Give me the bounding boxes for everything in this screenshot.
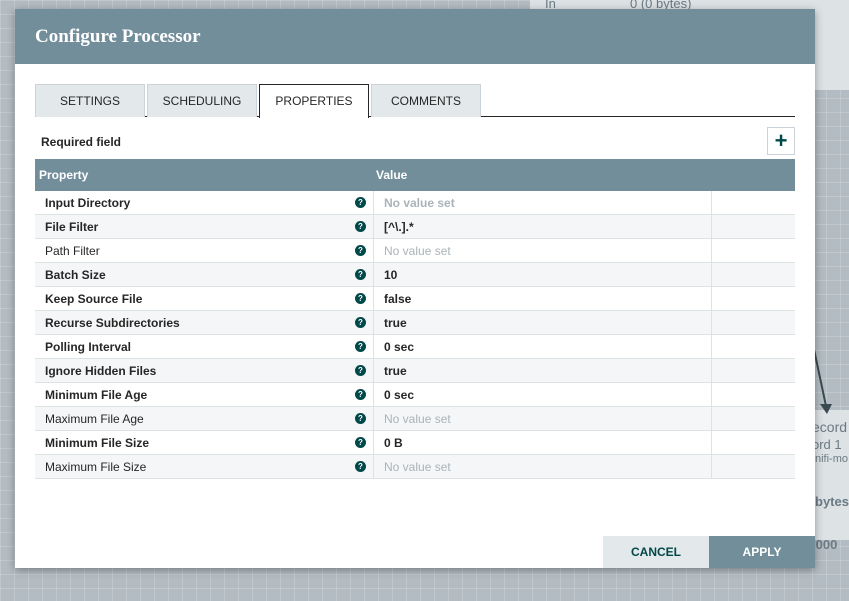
tab-settings[interactable]: SETTINGS — [35, 84, 145, 117]
column-divider — [711, 359, 712, 383]
property-name: Minimum File Size — [45, 436, 150, 450]
table-row[interactable]: Input Directory? No value set — [35, 191, 795, 215]
property-value[interactable]: false — [384, 292, 411, 306]
property-name: Ignore Hidden Files — [45, 364, 157, 378]
table-row[interactable]: Path Filter? No value set — [35, 239, 795, 263]
column-divider — [711, 311, 712, 335]
property-value[interactable]: No value set — [384, 412, 451, 426]
property-name: Input Directory — [45, 196, 131, 210]
tab-bar: SETTINGS SCHEDULING PROPERTIES COMMENTS — [35, 84, 795, 118]
property-name: Keep Source File — [45, 292, 143, 306]
canvas-text-2: ord 1 — [812, 437, 842, 452]
table-row[interactable]: Polling Interval? 0 sec — [35, 335, 795, 359]
table-row[interactable]: Ignore Hidden Files? true — [35, 359, 795, 383]
canvas-text-5: .000 — [812, 537, 838, 552]
property-name: Path Filter — [45, 244, 100, 258]
property-value[interactable]: No value set — [384, 244, 451, 258]
required-field-label: Required field — [41, 135, 122, 149]
help-icon[interactable]: ? — [355, 293, 366, 304]
column-divider — [711, 215, 712, 239]
help-icon[interactable]: ? — [355, 197, 366, 208]
column-divider — [711, 263, 712, 287]
property-value[interactable]: true — [384, 364, 407, 378]
property-value[interactable]: 0 sec — [384, 340, 414, 354]
help-icon[interactable]: ? — [355, 365, 366, 376]
column-divider — [373, 311, 374, 335]
tab-comments[interactable]: COMMENTS — [371, 84, 481, 117]
help-icon[interactable]: ? — [355, 341, 366, 352]
property-name: Maximum File Size — [45, 460, 147, 474]
apply-button[interactable]: APPLY — [709, 536, 815, 568]
help-icon[interactable]: ? — [355, 413, 366, 424]
canvas-text-4: bytes — [815, 494, 849, 509]
column-divider — [373, 335, 374, 359]
configure-processor-dialog: Configure Processor SETTINGS SCHEDULING … — [15, 9, 815, 568]
property-value[interactable]: 0 B — [384, 436, 403, 450]
help-icon[interactable]: ? — [355, 461, 366, 472]
property-name: Minimum File Age — [45, 388, 148, 402]
table-row[interactable]: File Filter? [^\.].* — [35, 215, 795, 239]
column-divider — [373, 215, 374, 239]
table-row[interactable]: Minimum File Age? 0 sec — [35, 383, 795, 407]
property-value[interactable]: 10 — [384, 268, 397, 282]
table-row[interactable]: Maximum File Age? No value set — [35, 407, 795, 431]
column-divider — [373, 407, 374, 431]
column-divider — [711, 383, 712, 407]
table-row[interactable]: Recurse Subdirectories? true — [35, 311, 795, 335]
table-row[interactable]: Batch Size? 10 — [35, 263, 795, 287]
table-header: Property Value — [35, 159, 795, 191]
table-row[interactable]: Maximum File Size? No value set — [35, 455, 795, 479]
cancel-button[interactable]: CANCEL — [603, 536, 709, 568]
column-divider — [373, 239, 374, 263]
column-divider — [711, 407, 712, 431]
property-value[interactable]: true — [384, 316, 407, 330]
column-divider — [373, 191, 374, 215]
property-name: Maximum File Age — [45, 412, 144, 426]
help-icon[interactable]: ? — [355, 389, 366, 400]
table-row[interactable]: Keep Source File? false — [35, 287, 795, 311]
column-divider — [711, 287, 712, 311]
tab-properties[interactable]: PROPERTIES — [259, 84, 369, 118]
column-divider — [373, 263, 374, 287]
add-property-button[interactable]: + — [767, 127, 795, 155]
canvas-text-3: nifi-mo — [815, 453, 849, 465]
column-divider — [711, 431, 712, 455]
dialog-title: Configure Processor — [15, 9, 815, 64]
help-icon[interactable]: ? — [355, 269, 366, 280]
column-divider — [373, 359, 374, 383]
header-value: Value — [376, 168, 408, 182]
property-value[interactable]: [^\.].* — [384, 220, 414, 234]
property-name: File Filter — [45, 220, 99, 234]
property-value[interactable]: No value set — [384, 196, 455, 210]
property-name: Batch Size — [45, 268, 106, 282]
property-name: Polling Interval — [45, 340, 132, 354]
column-divider — [373, 455, 374, 479]
help-icon[interactable]: ? — [355, 221, 366, 232]
help-icon[interactable]: ? — [355, 437, 366, 448]
help-icon[interactable]: ? — [355, 317, 366, 328]
help-icon[interactable]: ? — [355, 245, 366, 256]
column-divider — [711, 455, 712, 479]
header-property: Property — [39, 168, 89, 182]
column-divider — [373, 287, 374, 311]
property-name: Recurse Subdirectories — [45, 316, 180, 330]
property-value[interactable]: 0 sec — [384, 388, 414, 402]
column-divider — [711, 239, 712, 263]
properties-table: Property Value Input Directory? No value … — [35, 159, 795, 479]
column-divider — [711, 335, 712, 359]
table-row[interactable]: Minimum File Size? 0 B — [35, 431, 795, 455]
column-divider — [373, 383, 374, 407]
column-divider — [373, 431, 374, 455]
canvas-text-1: ecord — [812, 419, 848, 435]
tab-scheduling[interactable]: SCHEDULING — [147, 84, 257, 117]
column-divider — [711, 191, 712, 215]
property-value[interactable]: No value set — [384, 460, 451, 474]
